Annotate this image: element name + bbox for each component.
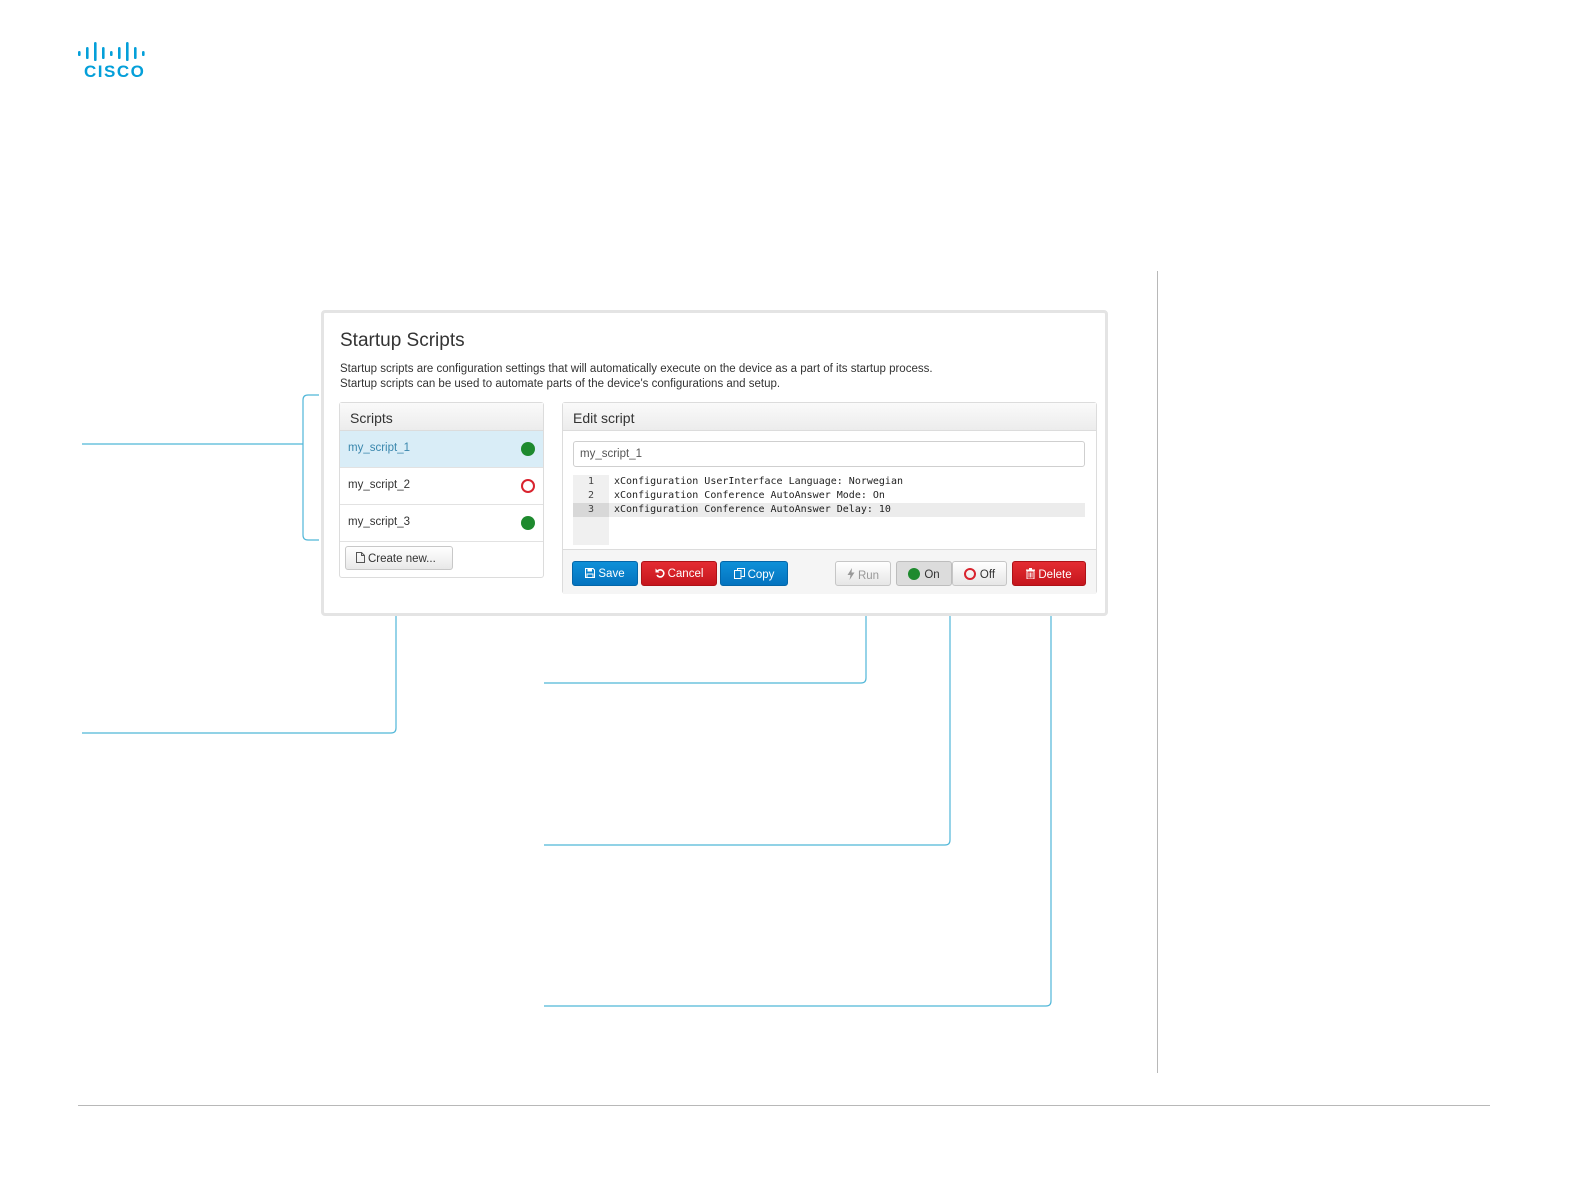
status-off-icon	[521, 479, 535, 493]
script-item-1[interactable]: my_script_1	[340, 431, 543, 468]
status-on-icon	[521, 442, 535, 456]
code-editor[interactable]: 1 xConfiguration UserInterface Language:…	[573, 475, 1085, 545]
copy-icon	[733, 568, 745, 579]
page-description: Startup scripts are configuration settin…	[340, 362, 933, 392]
delete-label: Delete	[1038, 569, 1072, 581]
cancel-button[interactable]: Cancel	[641, 561, 717, 586]
on-label: On	[924, 569, 940, 581]
code-line-current: 3 xConfiguration Conference AutoAnswer D…	[573, 503, 1085, 517]
script-item-label: my_script_3	[348, 516, 410, 528]
cisco-logo: CISCO	[78, 40, 158, 84]
run-label: Run	[857, 570, 880, 582]
script-item-3[interactable]: my_script_3	[340, 505, 543, 542]
code-line: 1 xConfiguration UserInterface Language:…	[573, 475, 1085, 489]
scripts-panel: Scripts my_script_1 my_script_2 my_scrip…	[339, 402, 544, 578]
callout-run	[544, 606, 867, 684]
description-line-2: Startup scripts can be used to automate …	[340, 378, 781, 390]
cisco-wordmark: CISCO	[84, 62, 146, 81]
create-new-label: Create new...	[368, 553, 436, 565]
delete-button[interactable]: Delete	[1012, 561, 1086, 586]
status-on-icon	[521, 516, 535, 530]
line-text: xConfiguration Conference AutoAnswer Mod…	[614, 490, 885, 501]
callout-delete	[544, 606, 1052, 1007]
status-off-icon	[963, 568, 976, 580]
description-line-1: Startup scripts are configuration settin…	[340, 363, 933, 375]
callout-on-off	[544, 598, 1006, 846]
off-label: Off	[979, 569, 996, 581]
line-number: 2	[587, 490, 595, 501]
off-toggle-button[interactable]: Off	[952, 561, 1007, 586]
floppy-disk-icon	[585, 568, 596, 578]
save-label: Save	[598, 568, 625, 580]
cisco-bars-icon	[78, 42, 145, 61]
on-toggle-button[interactable]: On	[896, 561, 952, 586]
edit-script-header: Edit script	[563, 403, 1096, 431]
script-item-label: my_script_1	[348, 442, 410, 454]
line-number: 3	[573, 503, 609, 517]
lightning-bolt-icon	[847, 568, 855, 580]
script-item-2[interactable]: my_script_2	[340, 468, 543, 505]
undo-icon	[655, 568, 665, 578]
copy-button[interactable]: Copy	[720, 561, 788, 586]
code-line: 2 xConfiguration Conference AutoAnswer M…	[573, 489, 1085, 503]
callout-scripts-list	[82, 394, 319, 541]
status-on-icon	[908, 568, 921, 580]
cancel-label: Cancel	[667, 568, 704, 580]
edit-script-panel: Edit script my_script_1 1 xConfiguration…	[562, 402, 1097, 594]
page-title: Startup Scripts	[340, 330, 465, 351]
line-text: xConfiguration Conference AutoAnswer Del…	[614, 504, 891, 515]
run-button[interactable]: Run	[835, 561, 891, 586]
line-text: xConfiguration UserInterface Language: N…	[614, 476, 903, 487]
script-item-label: my_script_2	[348, 479, 410, 491]
page-divider-horizontal	[78, 1105, 1490, 1106]
page-divider-vertical	[1157, 271, 1158, 1073]
editor-toolbar: Save Cancel Copy Run On Off Delete	[563, 549, 1096, 594]
create-new-button[interactable]: Create new...	[345, 546, 453, 570]
file-icon	[356, 552, 365, 563]
copy-label: Copy	[747, 569, 775, 581]
scripts-panel-header: Scripts	[340, 403, 543, 431]
script-name-input[interactable]: my_script_1	[573, 441, 1085, 467]
save-button[interactable]: Save	[572, 561, 638, 586]
trash-icon	[1026, 568, 1036, 579]
line-number: 1	[587, 476, 595, 487]
